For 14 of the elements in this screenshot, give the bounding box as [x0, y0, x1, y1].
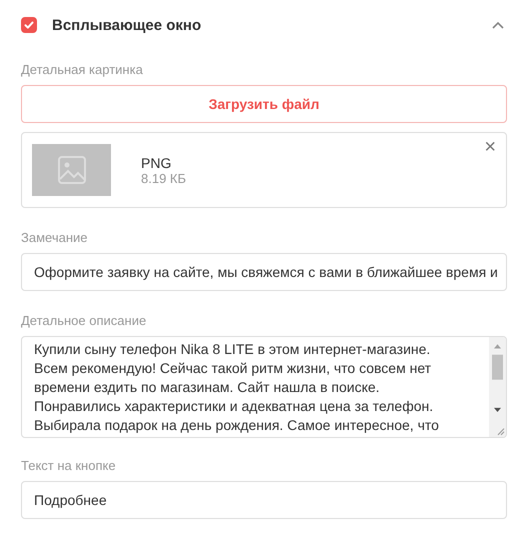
close-button[interactable]: × [480, 137, 500, 157]
scrollbar-drawing[interactable] [489, 337, 506, 437]
chevron-icon[interactable] [492, 21, 504, 29]
text-area[interactable]: Купили сыну телефон Nika 8 LITE в этом интернет-магазине. Всем рекомендую! Сейчас такой ритм жизни, что совсем нет времени ездить по магазинам. Сайт нашла в поиске. Понравились характеристики и адекватная цена за телефон. Выбирала подарок на день рождения. Самое интересное, что [21, 336, 507, 438]
file-format: PNG [141, 154, 172, 170]
input-field[interactable]: Оформите заявку на сайте, мы свяжемся с вами в ближайшее время и [21, 253, 507, 291]
checkbox[interactable] [21, 17, 37, 33]
field-label: Детальная картинка [21, 62, 144, 77]
file-size: 8.19 КБ [141, 170, 186, 186]
field-label: Замечание [21, 230, 88, 245]
field-label: Текст на кнопке [21, 458, 117, 473]
field-label: Детальное описание [21, 313, 148, 328]
section-title: Всплывающее окно [52, 16, 202, 34]
input-field[interactable]: Подробнее [21, 481, 507, 519]
